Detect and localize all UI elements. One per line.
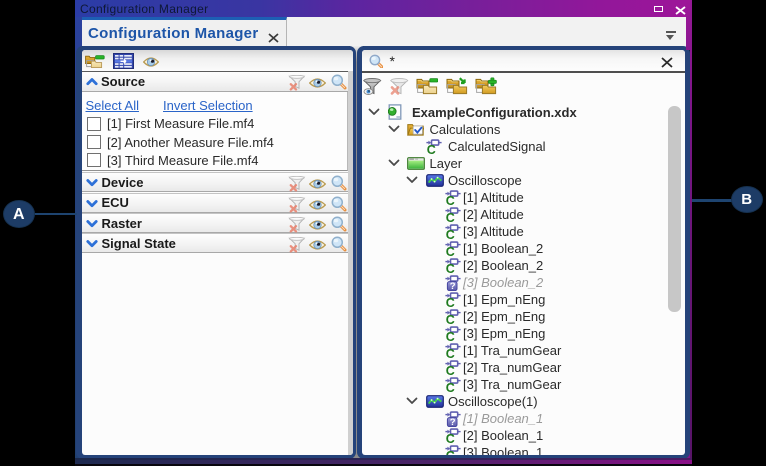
svg-text:C: C xyxy=(445,313,454,325)
svg-text:C: C xyxy=(445,194,454,206)
svg-text:C: C xyxy=(426,143,435,155)
svg-text:?: ? xyxy=(449,416,455,426)
svg-text:C: C xyxy=(445,228,454,240)
svg-text:C: C xyxy=(445,347,454,359)
svg-text:C: C xyxy=(445,211,454,223)
svg-text:C: C xyxy=(445,330,454,342)
svg-text:C: C xyxy=(445,262,454,274)
svg-text:C: C xyxy=(445,245,454,257)
svg-text:C: C xyxy=(445,432,454,444)
svg-text:C: C xyxy=(445,296,454,308)
svg-text:C: C xyxy=(445,381,454,393)
svg-text:C: C xyxy=(445,449,454,455)
svg-text:?: ? xyxy=(449,280,455,290)
svg-text:C: C xyxy=(445,364,454,376)
